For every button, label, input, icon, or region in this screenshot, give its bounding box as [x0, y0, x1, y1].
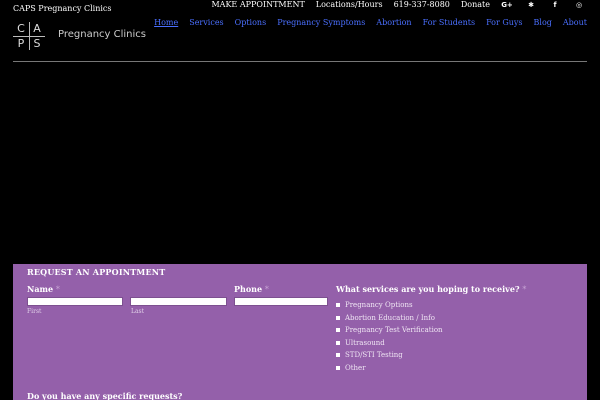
checkbox[interactable] — [336, 303, 340, 308]
checkbox[interactable] — [336, 328, 340, 333]
service-option-label: Ultrasound — [345, 338, 385, 347]
phone-input[interactable] — [234, 297, 328, 306]
checkbox[interactable] — [336, 353, 340, 358]
service-option-label: Other — [345, 363, 366, 372]
service-option-label: STD/STI Testing — [345, 351, 403, 360]
phone-label: Phone * — [234, 284, 269, 294]
nav-item-home[interactable]: Home — [154, 18, 178, 27]
service-option-label: Pregnancy Test Verification — [345, 326, 443, 335]
service-option-label: Abortion Education / Info — [345, 313, 435, 322]
nav-item-options[interactable]: Options — [235, 18, 267, 27]
logo-divider — [13, 36, 45, 37]
first-name-input[interactable] — [27, 297, 123, 306]
nav-item-abortion[interactable]: Abortion — [376, 18, 411, 27]
specific-requests-label: Do you have any specific requests? — [27, 391, 183, 400]
caps-logo[interactable]: C A P S — [13, 22, 45, 50]
yelp-icon[interactable]: ✱ — [524, 1, 538, 9]
checkbox[interactable] — [336, 340, 340, 345]
appointment-form: REQUEST AN APPOINTMENT Name * First Last… — [13, 264, 587, 400]
nav-item-for-guys[interactable]: For Guys — [486, 18, 522, 27]
make-appointment-link[interactable]: MAKE APPOINTMENT — [211, 0, 304, 9]
services-label-text: What services are you hoping to receive? — [336, 284, 520, 294]
nav-item-services[interactable]: Services — [189, 18, 223, 27]
name-label: Name * — [27, 284, 60, 294]
form-title: REQUEST AN APPOINTMENT — [27, 267, 166, 277]
donate-link[interactable]: Donate — [461, 0, 490, 9]
nav-item-pregnancy-symptoms[interactable]: Pregnancy Symptoms — [277, 18, 365, 27]
service-option[interactable]: Pregnancy Test Verification — [336, 324, 443, 337]
logo-letter-s: S — [33, 37, 41, 50]
name-label-text: Name — [27, 284, 54, 294]
phone-link[interactable]: 619-337-8080 — [394, 0, 450, 9]
service-option[interactable]: STD/STI Testing — [336, 349, 443, 362]
instagram-icon[interactable]: ◎ — [572, 1, 586, 9]
last-name-sublabel: Last — [131, 308, 145, 315]
checkbox[interactable] — [336, 365, 340, 370]
required-mark: * — [55, 285, 60, 294]
first-name-sublabel: First — [27, 308, 42, 315]
required-mark: * — [264, 285, 269, 294]
nav-item-for-students[interactable]: For Students — [423, 18, 475, 27]
nav-item-about[interactable]: About — [563, 18, 587, 27]
header-divider — [13, 61, 587, 62]
logo-letter-a: A — [33, 22, 41, 35]
service-option-label: Pregnancy Options — [345, 301, 413, 310]
logo-text[interactable]: Pregnancy Clinics — [58, 29, 146, 40]
logo-letter-p: P — [17, 37, 25, 50]
phone-label-text: Phone — [234, 284, 263, 294]
required-mark: * — [522, 285, 527, 294]
services-label: What services are you hoping to receive?… — [336, 284, 526, 294]
last-name-input[interactable] — [130, 297, 227, 306]
facebook-icon[interactable]: f — [548, 1, 562, 9]
service-option[interactable]: Pregnancy Options — [336, 299, 443, 312]
checkbox[interactable] — [336, 315, 340, 320]
site-name[interactable]: CAPS Pregnancy Clinics — [13, 4, 112, 13]
nav-item-blog[interactable]: Blog — [534, 18, 552, 27]
services-checkbox-list: Pregnancy Options Abortion Education / I… — [336, 299, 443, 374]
service-option[interactable]: Abortion Education / Info — [336, 312, 443, 325]
service-option[interactable]: Ultrasound — [336, 337, 443, 350]
service-option[interactable]: Other — [336, 362, 443, 375]
top-links-bar: MAKE APPOINTMENT Locations/Hours 619-337… — [200, 0, 586, 9]
locations-hours-link[interactable]: Locations/Hours — [316, 0, 383, 9]
main-nav: Home Services Options Pregnancy Symptoms… — [143, 18, 587, 27]
google-plus-icon[interactable]: G+ — [500, 1, 514, 9]
logo-letter-c: C — [17, 22, 25, 35]
